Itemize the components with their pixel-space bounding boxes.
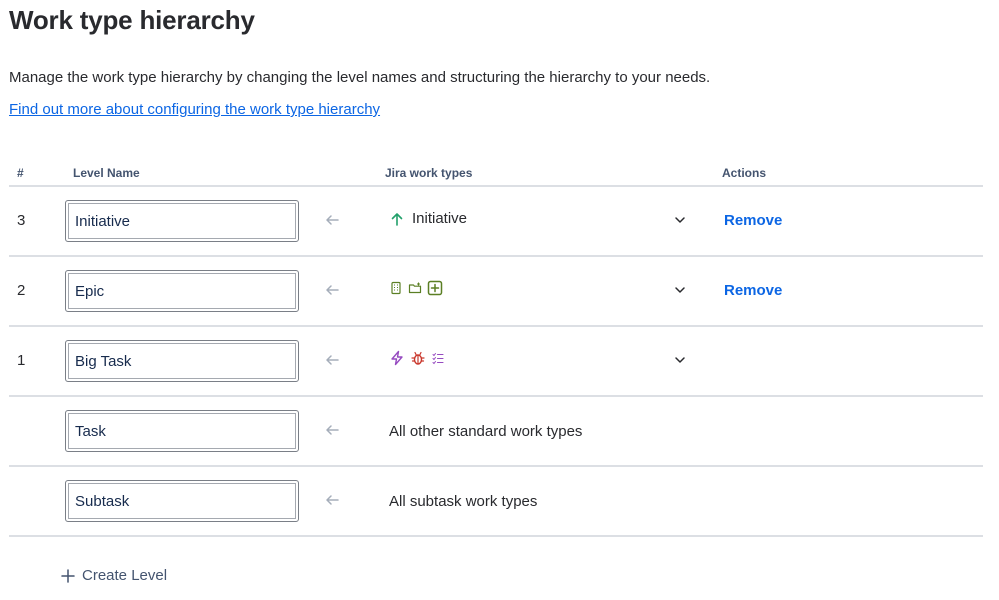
level-name-input[interactable] bbox=[65, 340, 299, 382]
table-row: 1 bbox=[9, 327, 983, 397]
hierarchy-table: # Level Name Jira work types Actions 3 I… bbox=[9, 160, 983, 537]
arrow-left-icon bbox=[323, 421, 341, 439]
work-types-select[interactable] bbox=[389, 280, 443, 296]
arrow-left-icon bbox=[323, 211, 341, 229]
chevron-down-icon[interactable] bbox=[673, 283, 687, 297]
remove-button[interactable]: Remove bbox=[724, 212, 782, 229]
folder-add-icon bbox=[408, 281, 422, 295]
column-header-work-types: Jira work types bbox=[385, 166, 473, 180]
work-types-text: All other standard work types bbox=[389, 423, 583, 440]
level-name-input[interactable] bbox=[65, 270, 299, 312]
page-title: Work type hierarchy bbox=[9, 5, 255, 35]
work-types-select[interactable]: Initiative bbox=[389, 210, 467, 227]
table-row: All other standard work types bbox=[9, 397, 983, 467]
table-header: # Level Name Jira work types Actions bbox=[9, 160, 983, 187]
initiative-arrow-up-icon bbox=[389, 211, 405, 227]
checklist-icon bbox=[431, 351, 445, 365]
arrow-left-icon bbox=[323, 351, 341, 369]
table-row: All subtask work types bbox=[9, 467, 983, 537]
lightning-icon bbox=[389, 350, 405, 366]
level-name-input[interactable] bbox=[65, 200, 299, 242]
chevron-down-icon[interactable] bbox=[673, 213, 687, 227]
help-link[interactable]: Find out more about configuring the work… bbox=[9, 101, 380, 118]
plus-icon bbox=[60, 568, 76, 584]
work-type-label: Initiative bbox=[412, 210, 468, 227]
table-row: 3 Initiative Remove bbox=[9, 187, 983, 257]
plus-square-icon bbox=[427, 280, 443, 296]
chevron-down-icon[interactable] bbox=[673, 353, 687, 367]
work-types-select[interactable] bbox=[389, 350, 445, 366]
column-header-number: # bbox=[17, 166, 24, 180]
bug-icon bbox=[410, 350, 426, 366]
create-level-button[interactable]: Create Level bbox=[60, 567, 167, 584]
column-header-actions: Actions bbox=[722, 166, 767, 180]
level-name-input[interactable] bbox=[65, 480, 299, 522]
level-number: 3 bbox=[17, 212, 26, 229]
page-description: Manage the work type hierarchy by changi… bbox=[9, 69, 711, 86]
work-types-text: All subtask work types bbox=[389, 493, 538, 510]
arrow-left-icon bbox=[323, 491, 341, 509]
create-level-label: Create Level bbox=[82, 567, 168, 584]
remove-button[interactable]: Remove bbox=[724, 282, 782, 299]
level-number: 1 bbox=[17, 352, 26, 369]
table-row: 2 Remove bbox=[9, 257, 983, 327]
building-icon bbox=[389, 281, 403, 295]
level-name-input[interactable] bbox=[65, 410, 299, 452]
arrow-left-icon bbox=[323, 281, 341, 299]
column-header-level-name: Level Name bbox=[73, 166, 140, 180]
level-number: 2 bbox=[17, 282, 26, 299]
